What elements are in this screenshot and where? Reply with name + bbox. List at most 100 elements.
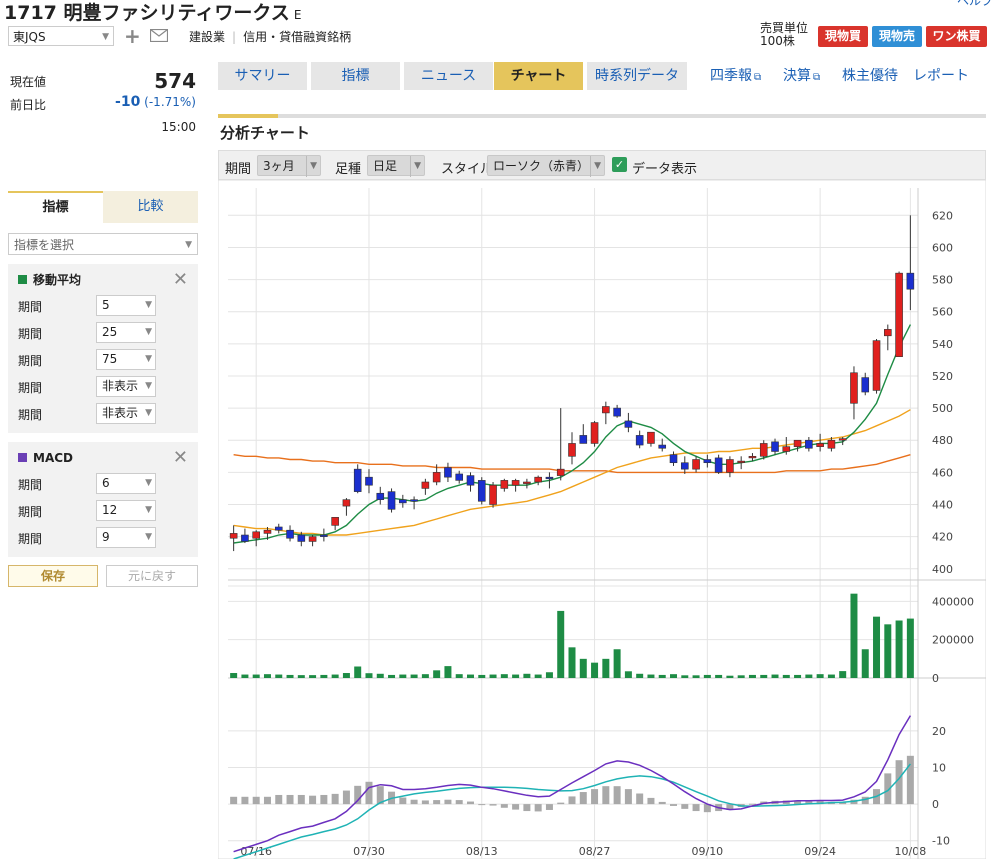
ma-box: 移動平均 ✕ 期間 5 ▼ 期間 25 ▼ 期間 75 ▼ 期間 非表示 ▼ 期間 非表示 ▼ <box>8 264 198 433</box>
x-tick-label: 09/10 <box>691 845 723 858</box>
candle-body <box>590 422 599 444</box>
chevron-down-icon: ▼ <box>145 327 152 337</box>
volume-bar <box>692 675 700 678</box>
candle-body <box>342 499 351 507</box>
help-link[interactable]: ヘルプ <box>957 0 993 9</box>
change-value: -10 <box>115 94 141 110</box>
save-button[interactable]: 保存 <box>8 565 98 587</box>
close-icon[interactable]: ✕ <box>173 268 188 292</box>
volume-tick-label: 400000 <box>932 595 974 608</box>
price-tick-label: 580 <box>932 274 953 287</box>
chevron-down-icon: ▼ <box>185 240 192 250</box>
external-link-icon: ⧉ <box>754 72 762 83</box>
macd-hist-bar <box>523 804 531 812</box>
shikiho-link[interactable]: 四季報 ⧉ <box>710 62 761 92</box>
buy-button[interactable]: 現物買 <box>818 26 868 47</box>
ma-period-select[interactable]: 25 ▼ <box>96 322 156 343</box>
candle-body <box>308 536 317 542</box>
candle-body <box>658 444 667 449</box>
candle-body <box>444 467 452 478</box>
market-select[interactable]: 東JQS ▼ <box>8 26 114 46</box>
one-share-buy-button[interactable]: ワン株買 <box>926 26 987 47</box>
benefit-link[interactable]: 株主優待 <box>842 62 898 90</box>
candle-body <box>545 476 554 480</box>
volume-bar <box>489 674 497 678</box>
chevron-down-icon: ▼ <box>590 156 601 177</box>
tab-summary[interactable]: サマリー <box>218 62 307 90</box>
volume-bar <box>545 672 553 678</box>
ma-period-label: 期間 <box>18 300 43 314</box>
ma-period-label: 期間 <box>18 327 43 341</box>
industry-tag: 建設業 <box>189 30 226 44</box>
indicator-select-placeholder: 指標を選択 <box>14 238 75 252</box>
volume-bar <box>602 658 610 678</box>
volume-bar <box>579 658 587 678</box>
candle-body <box>703 459 712 464</box>
shikiho-label: 四季報 <box>710 68 752 84</box>
macd-period-select[interactable]: 6 ▼ <box>96 473 156 494</box>
ma-period-select[interactable]: 75 ▼ <box>96 349 156 370</box>
volume-bar <box>421 674 429 678</box>
period-value: 3ヶ月 <box>263 159 295 173</box>
chevron-down-icon: ▼ <box>145 408 152 418</box>
candle-body <box>534 476 542 483</box>
volume-bar <box>895 620 903 678</box>
macd-period-select[interactable]: 12 ▼ <box>96 500 156 521</box>
volume-tick-label: 200000 <box>932 634 974 647</box>
price-chart[interactable]: 07/16 07/30 08/13 08/27 09/10 09/24 10/0862060… <box>218 180 986 859</box>
style-select[interactable]: ローソク（赤青） ▼ <box>487 155 605 177</box>
ma-period-select[interactable]: 5 ▼ <box>96 295 156 316</box>
reset-button[interactable]: 元に戻す <box>106 565 198 587</box>
sell-button[interactable]: 現物売 <box>872 26 922 47</box>
volume-bar <box>658 674 666 678</box>
add-watchlist-icon[interactable]: + <box>124 24 141 48</box>
ma-period-select[interactable]: 非表示 ▼ <box>96 403 156 424</box>
mail-icon[interactable] <box>150 29 168 42</box>
price-tick-label: 480 <box>932 434 953 447</box>
report-link[interactable]: レポート <box>913 62 969 90</box>
macd-hist-bar <box>636 793 644 805</box>
candle-body <box>320 534 328 537</box>
macd-hist-bar <box>421 800 429 805</box>
macd-hist-bar <box>602 786 610 805</box>
volume-bar <box>399 674 407 678</box>
candle-body <box>759 443 768 457</box>
tab-chart[interactable]: チャート <box>494 62 583 90</box>
close-icon[interactable]: ✕ <box>173 446 188 470</box>
panel-tab-indicator[interactable]: 指標 <box>8 191 103 223</box>
panel-tab-compare[interactable]: 比較 <box>103 191 198 223</box>
indicator-panel: 指標 比較 指標を選択 ▼ 移動平均 ✕ 期間 5 ▼ 期間 25 ▼ 期間 75 ▼ 期間 非表… <box>8 191 198 557</box>
candle-body <box>252 531 260 539</box>
data-display-checkbox[interactable]: ✓ <box>612 157 627 172</box>
stock-name: 明豊ファシリティワークス <box>63 2 290 24</box>
tab-news[interactable]: ニュース <box>404 62 493 90</box>
indicator-select[interactable]: 指標を選択 ▼ <box>8 233 198 255</box>
candle-body <box>906 272 915 290</box>
candle-body <box>669 454 678 464</box>
ma-title: 移動平均 <box>33 273 82 287</box>
macd-hist-bar <box>489 804 497 806</box>
macd-tick-label: 10 <box>932 762 946 775</box>
chevron-down-icon: ▼ <box>145 532 152 542</box>
candle-body <box>489 484 497 505</box>
volume-bar <box>512 674 520 678</box>
macd-hist-bar <box>252 796 260 805</box>
candle-body <box>286 529 294 539</box>
ma-period-value: 25 <box>102 325 118 339</box>
candle-body <box>477 480 486 502</box>
period-select[interactable]: 3ヶ月 ▼ <box>257 155 321 177</box>
earnings-link[interactable]: 決算 ⧉ <box>783 62 820 92</box>
volume-bar <box>478 674 486 678</box>
footype-select[interactable]: 日足 ▼ <box>367 155 425 177</box>
volume-bar <box>568 647 576 678</box>
candle-body <box>365 476 373 486</box>
tab-indicator[interactable]: 指標 <box>311 62 400 90</box>
volume-bar <box>873 616 881 678</box>
candle-body <box>726 459 734 473</box>
ma-period-select[interactable]: 非表示 ▼ <box>96 376 156 397</box>
macd-period-select[interactable]: 9 ▼ <box>96 527 156 548</box>
candle-body <box>737 460 745 463</box>
x-tick-label: 10/08 <box>895 845 927 858</box>
volume-bar <box>591 662 599 678</box>
tab-timeseries[interactable]: 時系列データ <box>587 62 687 90</box>
